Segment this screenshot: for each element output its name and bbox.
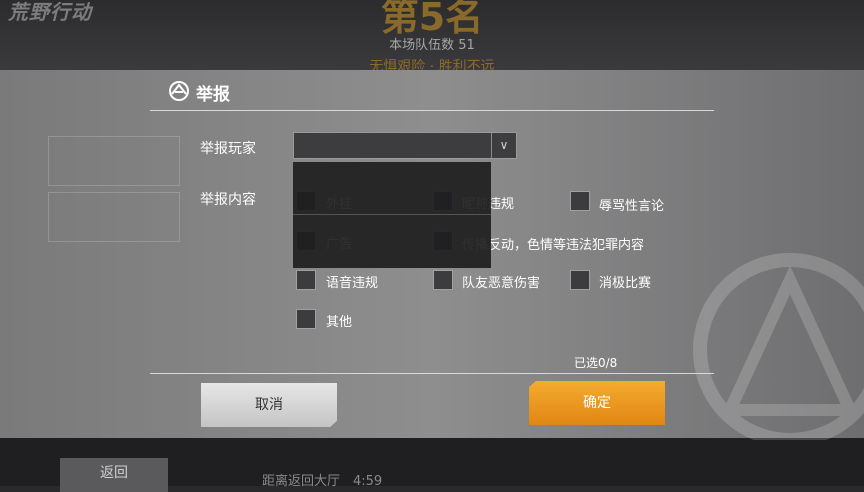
cancel-button[interactable]: 取消 [201, 383, 337, 427]
footer-divider [150, 373, 714, 374]
title-divider [150, 110, 714, 111]
background-player-card [48, 136, 180, 186]
watermark-emblem [693, 253, 864, 440]
checkbox-abuse[interactable] [570, 191, 590, 211]
dialog-title: 举报 [196, 85, 230, 105]
checkbox-passive[interactable] [570, 270, 590, 290]
report-content-label: 举报内容 [200, 192, 256, 208]
option-label: 消极比赛 [599, 276, 652, 291]
background-player-card [48, 192, 180, 242]
report-icon [169, 81, 189, 101]
option-label: 语音违规 [326, 276, 379, 291]
option-label: 队友恶意伤害 [462, 276, 541, 291]
option-label: 辱骂性言论 [599, 199, 665, 214]
back-button[interactable]: 返回 [60, 458, 168, 492]
selected-count: 已选0/8 [574, 356, 618, 370]
checkbox-other[interactable] [296, 309, 316, 329]
report-player-select[interactable]: ∨ [293, 132, 517, 159]
option-label: 其他 [326, 315, 353, 330]
checkbox-teamkill[interactable] [433, 270, 453, 290]
confirm-button[interactable]: 确定 [529, 381, 665, 425]
return-countdown: 距离返回大厅 4:59 [262, 474, 383, 489]
team-count: 本场队伍数 51 [389, 38, 475, 53]
chevron-down-icon[interactable]: ∨ [491, 133, 516, 158]
player-dropdown-list[interactable] [293, 162, 491, 268]
report-player-label: 举报玩家 [200, 141, 256, 157]
dropdown-divider [293, 214, 491, 215]
checkbox-voice[interactable] [296, 270, 316, 290]
